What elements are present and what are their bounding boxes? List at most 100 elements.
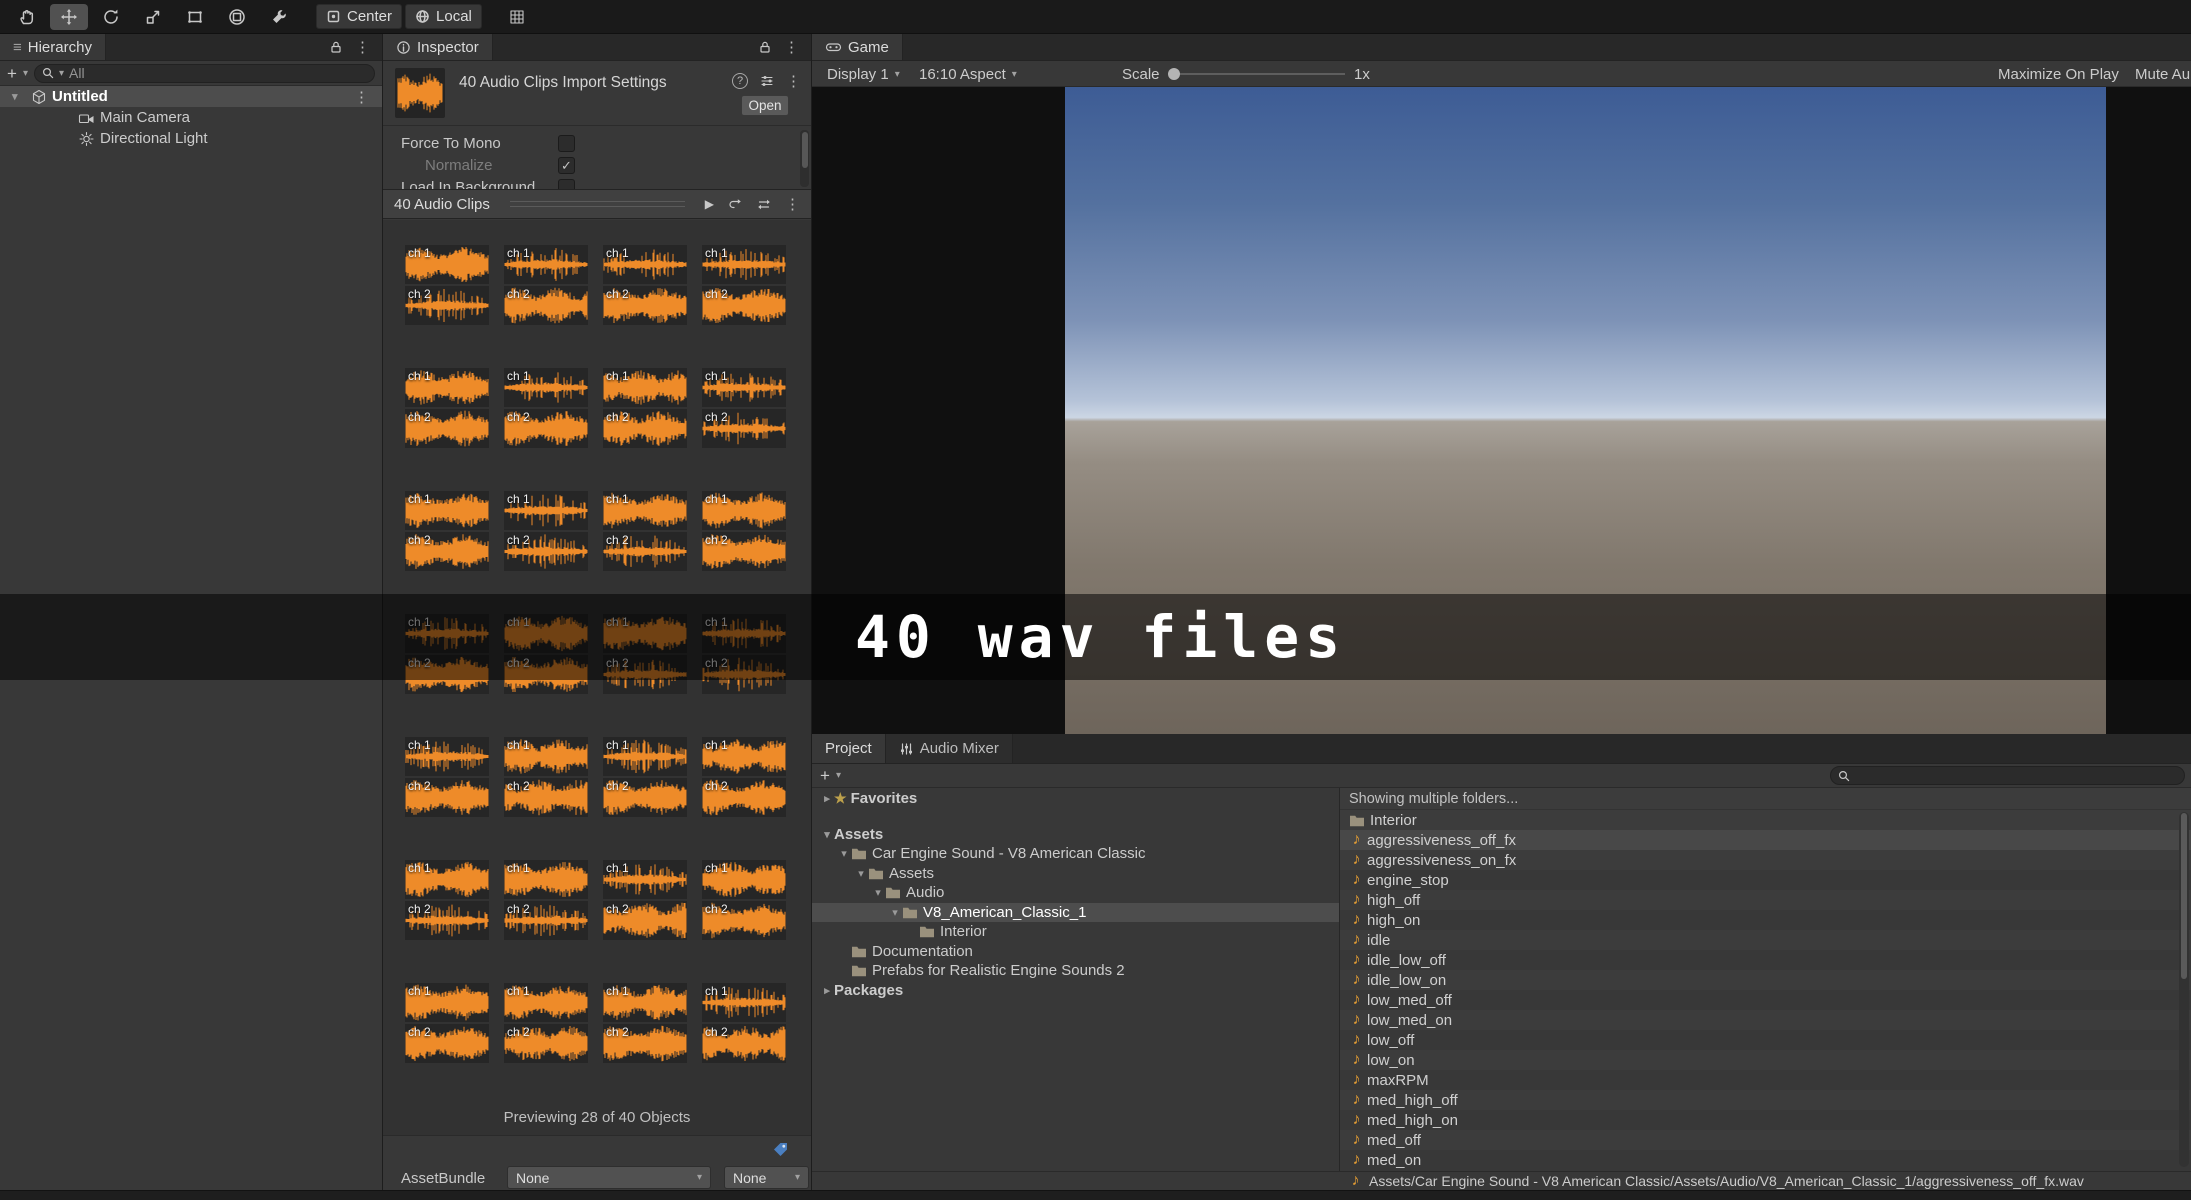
audio-clip-thumbnail[interactable]: ch 1 ch 2 <box>603 737 687 817</box>
audio-clip-thumbnail[interactable]: ch 1 ch 2 <box>405 491 489 571</box>
open-button[interactable]: Open <box>741 95 789 116</box>
audio-clip-thumbnail[interactable]: ch 1 ch 2 <box>504 368 588 448</box>
project-file-item[interactable]: ♪ engine_stop <box>1340 870 2191 890</box>
tab-project[interactable]: Project <box>812 734 886 763</box>
audio-clip-thumbnail[interactable]: ch 1 ch 2 <box>702 491 786 571</box>
project-tree-item[interactable]: Interior <box>812 922 1339 942</box>
rect-tool-button[interactable] <box>176 4 214 30</box>
inspector-scrollbar[interactable] <box>800 130 809 187</box>
project-file-item[interactable]: ♪ med_on <box>1340 1150 2191 1170</box>
audio-clip-thumbnail[interactable]: ch 1 ch 2 <box>702 737 786 817</box>
pivot-center-button[interactable]: Center <box>316 4 403 29</box>
audio-clip-thumbnail[interactable]: ch 1 ch 2 <box>603 860 687 940</box>
panel-menu-icon[interactable]: ⋮ <box>355 38 370 56</box>
audio-clip-thumbnail[interactable]: ch 1 ch 2 <box>603 368 687 448</box>
project-file-item[interactable]: Interior <box>1340 810 2191 830</box>
aspect-dropdown[interactable]: 16:10 Aspect ▾ <box>919 61 1017 87</box>
hand-tool-button[interactable] <box>8 4 46 30</box>
tree-toggle-icon[interactable]: ▾ <box>871 886 885 899</box>
tab-hierarchy[interactable]: ≡ Hierarchy <box>0 34 106 60</box>
tree-toggle-icon[interactable]: ▾ <box>854 867 868 880</box>
project-file-item[interactable]: ♪ aggressiveness_off_fx <box>1340 830 2191 850</box>
project-file-item[interactable]: ♪ low_med_off <box>1340 990 2191 1010</box>
mute-audio-toggle[interactable]: Mute Au <box>2135 61 2190 87</box>
audio-clip-thumbnail[interactable]: ch 1 ch 2 <box>702 245 786 325</box>
create-asset-button[interactable]: + <box>820 767 830 784</box>
scale-slider-knob[interactable] <box>1168 68 1180 80</box>
assetbundle-tag-icon[interactable] <box>772 1141 789 1156</box>
project-file-item[interactable]: ♪ idle_low_off <box>1340 950 2191 970</box>
hierarchy-search-input[interactable]: ▾ All <box>33 63 375 83</box>
presets-icon[interactable] <box>759 73 775 89</box>
grid-snapping-button[interactable] <box>498 4 536 30</box>
project-file-item[interactable]: ♪ low_on <box>1340 1050 2191 1070</box>
audio-clip-thumbnail[interactable]: ch 1 ch 2 <box>702 860 786 940</box>
project-file-item[interactable]: ♪ maxRPM <box>1340 1070 2191 1090</box>
scene-menu-icon[interactable]: ⋮ <box>354 88 369 106</box>
move-tool-button[interactable] <box>50 3 88 30</box>
scale-tool-button[interactable] <box>134 4 172 30</box>
tab-inspector[interactable]: Inspector <box>383 34 493 60</box>
tree-toggle-icon[interactable]: ▸ <box>820 984 834 997</box>
create-asset-dropdown-icon[interactable]: ▾ <box>836 770 841 781</box>
search-filter-caret-icon[interactable]: ▾ <box>59 68 64 79</box>
rotate-tool-button[interactable] <box>92 4 130 30</box>
project-file-item[interactable]: ♪ high_off <box>1340 890 2191 910</box>
preview-resize-handle[interactable] <box>509 201 685 207</box>
project-tree-item[interactable]: ▾ Assets <box>812 825 1339 845</box>
audio-clip-thumbnail[interactable]: ch 1 ch 2 <box>504 737 588 817</box>
tab-game[interactable]: Game <box>812 34 903 60</box>
scrollbar-thumb[interactable] <box>801 132 808 168</box>
audio-clip-thumbnail[interactable]: ch 1 ch 2 <box>603 983 687 1063</box>
property-checkbox[interactable]: ✓ <box>558 156 575 174</box>
maximize-on-play-toggle[interactable]: Maximize On Play <box>1998 61 2119 87</box>
audio-clip-thumbnail[interactable]: ch 1 ch 2 <box>504 983 588 1063</box>
cycle-icon[interactable] <box>756 197 772 212</box>
loop-icon[interactable] <box>727 197 743 212</box>
project-tree-item[interactable]: Prefabs for Realistic Engine Sounds 2 <box>812 961 1339 981</box>
panel-menu-icon[interactable]: ⋮ <box>784 38 799 56</box>
audio-clip-thumbnail[interactable]: ch 1 ch 2 <box>603 245 687 325</box>
project-tree-item[interactable]: ▾ Audio <box>812 883 1339 903</box>
project-tree-item[interactable]: ▸ ★ Favorites <box>812 789 1339 809</box>
audio-clip-thumbnail[interactable]: ch 1 ch 2 <box>405 983 489 1063</box>
audio-clip-thumbnail[interactable]: ch 1 ch 2 <box>504 245 588 325</box>
audio-clip-thumbnail[interactable]: ch 1 ch 2 <box>405 860 489 940</box>
create-button[interactable]: + <box>7 65 17 82</box>
transform-tool-button[interactable] <box>218 4 256 30</box>
orientation-local-button[interactable]: Local <box>405 4 482 29</box>
project-tree-item[interactable]: Documentation <box>812 942 1339 962</box>
audio-clip-thumbnail[interactable]: ch 1 ch 2 <box>504 491 588 571</box>
tree-toggle-icon[interactable]: ▾ <box>888 906 902 919</box>
audio-clip-thumbnail[interactable]: ch 1 ch 2 <box>405 368 489 448</box>
project-tree-item[interactable]: ▾ Assets <box>812 864 1339 884</box>
header-menu-icon[interactable]: ⋮ <box>786 72 801 90</box>
tree-toggle-icon[interactable]: ▾ <box>837 847 851 860</box>
property-checkbox[interactable] <box>558 178 575 189</box>
lock-icon[interactable] <box>758 40 772 54</box>
project-file-item[interactable]: ♪ med_high_off <box>1340 1090 2191 1110</box>
tree-toggle-icon[interactable]: ▾ <box>820 828 834 841</box>
create-dropdown-icon[interactable]: ▾ <box>23 68 28 79</box>
assetbundle-dropdown[interactable]: None ▾ <box>507 1166 711 1189</box>
hierarchy-item-scene[interactable]: ▾ Untitled ⋮ <box>0 86 382 107</box>
tree-toggle-icon[interactable]: ▾ <box>12 90 26 103</box>
custom-tool-button[interactable] <box>260 4 298 30</box>
audio-clip-thumbnail[interactable]: ch 1 ch 2 <box>603 491 687 571</box>
help-icon[interactable]: ? <box>732 73 748 89</box>
lock-icon[interactable] <box>329 40 343 54</box>
project-file-item[interactable]: ♪ low_med_on <box>1340 1010 2191 1030</box>
property-checkbox[interactable] <box>558 134 575 152</box>
hierarchy-item-directional-light[interactable]: Directional Light <box>0 128 382 149</box>
file-list-scrollbar[interactable] <box>2179 812 2189 1167</box>
display-dropdown[interactable]: Display 1 ▾ <box>827 61 900 87</box>
audio-clip-thumbnail[interactable]: ch 1 ch 2 <box>702 368 786 448</box>
project-tree-item[interactable]: ▾ Car Engine Sound - V8 American Classic <box>812 844 1339 864</box>
project-tree-item[interactable]: ▾ V8_American_Classic_1 <box>812 902 1339 922</box>
audio-clip-thumbnail[interactable]: ch 1 ch 2 <box>405 245 489 325</box>
audio-clip-thumbnail[interactable]: ch 1 ch 2 <box>504 860 588 940</box>
scale-slider[interactable] <box>1171 73 1345 75</box>
project-file-item[interactable]: ♪ high_on <box>1340 910 2191 930</box>
project-file-item[interactable]: ♪ low_off <box>1340 1030 2191 1050</box>
project-file-item[interactable]: ♪ idle <box>1340 930 2191 950</box>
